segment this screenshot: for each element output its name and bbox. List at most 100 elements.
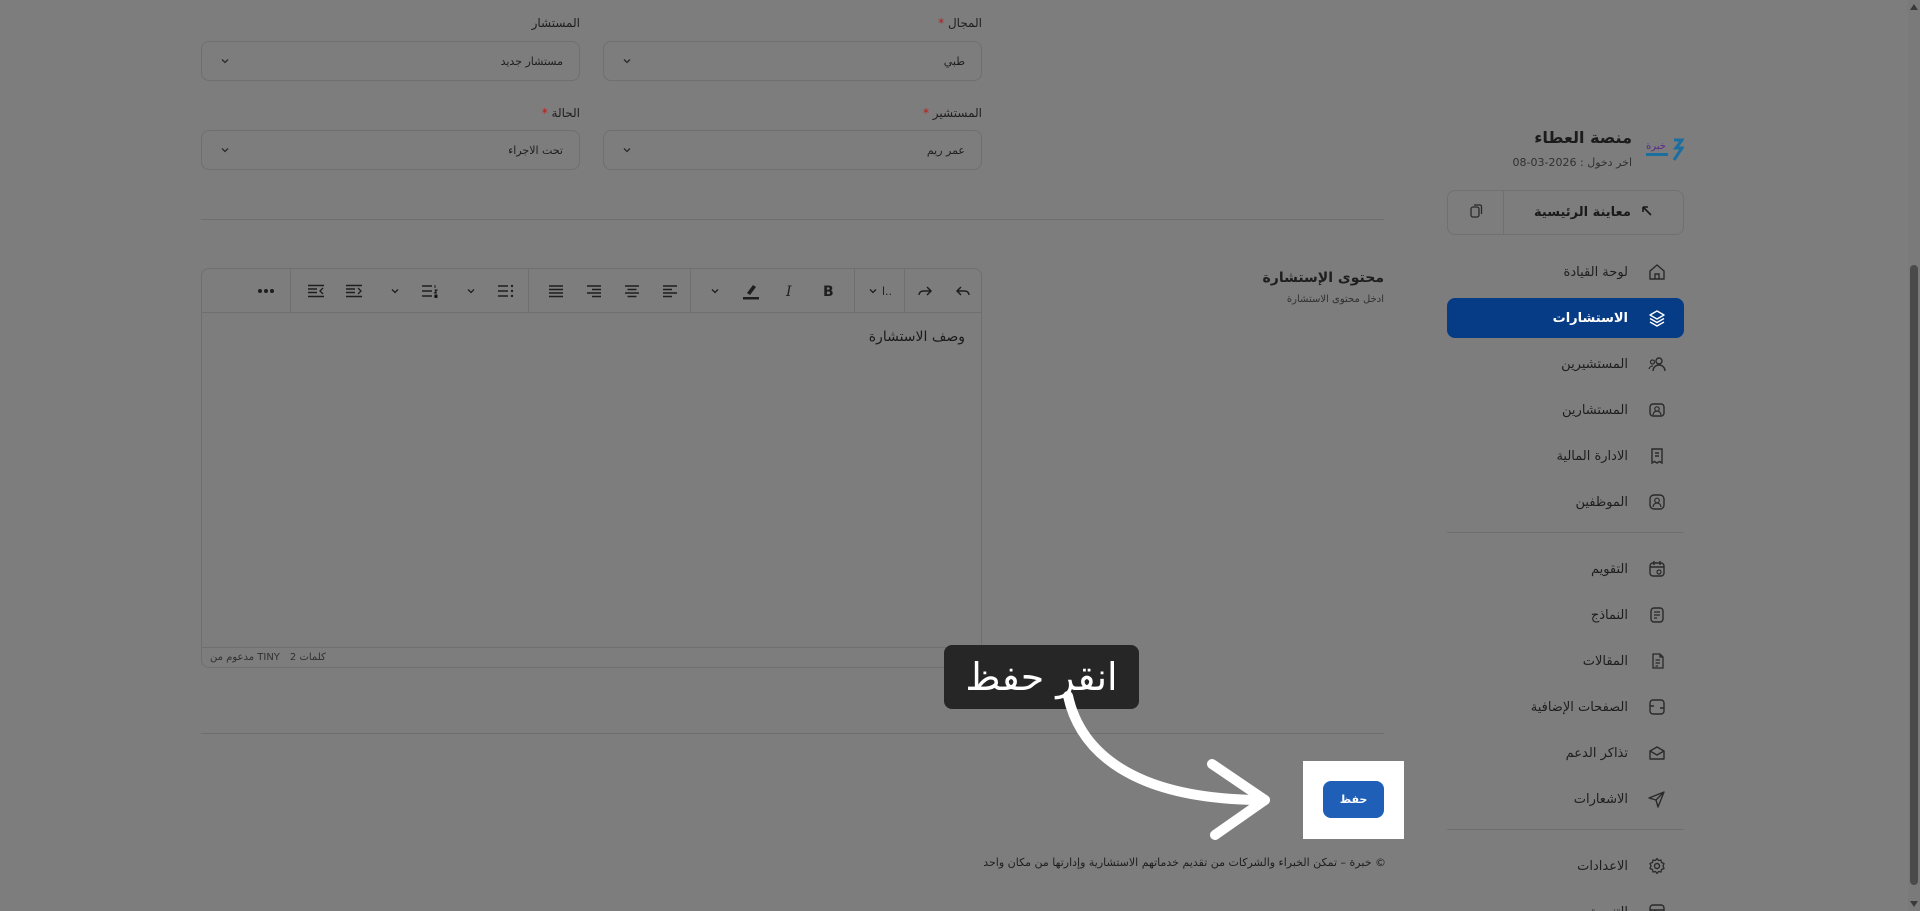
- status-label: الحالة *: [541, 106, 580, 120]
- client-label: المستشير *: [922, 106, 982, 120]
- italic-button[interactable]: I: [772, 269, 808, 313]
- editor-content-area[interactable]: وصف الاستشارة: [869, 329, 965, 345]
- chevron-down-icon: [622, 145, 632, 155]
- brand-logo: خبرة: [1644, 136, 1685, 164]
- bold-icon: B: [820, 283, 836, 299]
- rich-text-editor: ا.. B I وصف الاستشارة مدعوم من TINY 2 كل…: [201, 268, 982, 668]
- bullet-list-button[interactable]: [488, 269, 524, 313]
- font-family-dropdown[interactable]: ا..: [858, 269, 902, 313]
- consultant-icon: [1646, 399, 1668, 421]
- align-left-icon: [662, 284, 678, 298]
- brand-header: خبرة منصة العطاء اخر دخول : 2026-03-08: [1447, 126, 1685, 176]
- sidebar-item-article[interactable]: المقالات: [1447, 641, 1684, 681]
- sidebar-item-home[interactable]: لوحة القيادة: [1447, 252, 1684, 292]
- toolbar-separator: [290, 269, 291, 313]
- chevron-down-icon: [622, 56, 632, 66]
- numbered-list-button[interactable]: [412, 269, 448, 313]
- sidebar-item-layers[interactable]: الاستشارات: [1447, 298, 1684, 338]
- page-scrollbar[interactable]: [1908, 0, 1920, 911]
- sidebar-divider: [1447, 532, 1684, 533]
- layout-icon: [1646, 901, 1668, 911]
- word-count: 2 كلمات: [289, 652, 326, 663]
- section-divider: [201, 219, 1384, 220]
- status-select[interactable]: تحت الاجراء: [201, 130, 580, 170]
- outdent-button[interactable]: [298, 269, 334, 313]
- sidebar-item-invoice[interactable]: الادارة المالية: [1447, 436, 1684, 476]
- copy-button[interactable]: [1448, 191, 1503, 234]
- sidebar-item-label: الصفحات الإضافية: [1530, 699, 1628, 715]
- preview-home-button[interactable]: معاينة الرئيسية: [1503, 191, 1683, 234]
- sidebar-item-consultant[interactable]: المستشارين: [1447, 390, 1684, 430]
- form-icon: [1646, 604, 1668, 626]
- invoice-icon: [1646, 445, 1668, 467]
- chevron-down-icon: [220, 56, 230, 66]
- preview-box: معاينة الرئيسية: [1447, 190, 1684, 235]
- sidebar: خبرة منصة العطاء اخر دخول : 2026-03-08 م…: [1447, 0, 1685, 911]
- scroll-up-arrow[interactable]: [1910, 4, 1918, 10]
- sidebar-item-label: الموظفين: [1575, 494, 1628, 510]
- svg-text:خبرة: خبرة: [1646, 141, 1666, 152]
- preview-home-label: معاينة الرئيسية: [1534, 205, 1631, 220]
- users-icon: [1646, 353, 1668, 375]
- sidebar-item-label: الاعدادات: [1577, 858, 1628, 874]
- align-center-button[interactable]: [614, 269, 650, 313]
- undo-icon: [954, 282, 972, 300]
- scroll-down-arrow[interactable]: [1910, 901, 1918, 907]
- bullet-list-icon: [497, 284, 515, 298]
- chevron-down-icon: [710, 286, 720, 296]
- highlight-dropdown[interactable]: [702, 269, 728, 313]
- sidebar-item-ticket[interactable]: تذاكر الدعم: [1447, 733, 1684, 773]
- align-justify-button[interactable]: [538, 269, 574, 313]
- editor-statusbar: مدعوم من TINY 2 كلمات: [202, 647, 981, 667]
- save-button[interactable]: حفظ: [1323, 781, 1384, 818]
- brand-title: منصة العطاء: [1534, 128, 1632, 147]
- sidebar-item-send[interactable]: الاشعارات: [1447, 779, 1684, 819]
- indent-button[interactable]: [336, 269, 372, 313]
- content-section-title: محتوى الإستشارة: [1262, 270, 1385, 286]
- sidebar-item-gear[interactable]: الاعدادات: [1447, 846, 1684, 886]
- numbered-list-icon: [421, 284, 439, 298]
- sidebar-item-user-badge[interactable]: الموظفين: [1447, 482, 1684, 522]
- consultant-select[interactable]: مستشار جديد: [201, 41, 580, 81]
- toolbar-separator: [854, 269, 855, 313]
- copy-icon: [1468, 203, 1484, 223]
- client-select[interactable]: عمر ريم: [603, 130, 982, 170]
- content-section-subtitle: ادخل محتوى الاستشارة: [1286, 294, 1384, 305]
- align-right-button[interactable]: [576, 269, 612, 313]
- toolbar-separator: [690, 269, 691, 313]
- field-select[interactable]: طبي: [603, 41, 982, 81]
- send-icon: [1646, 788, 1668, 810]
- sidebar-divider: [1447, 829, 1684, 830]
- consultant-label: المستشار: [531, 16, 580, 30]
- sidebar-item-label: المستشارين: [1562, 402, 1628, 418]
- sidebar-item-pages[interactable]: الصفحات الإضافية: [1447, 687, 1684, 727]
- align-right-icon: [586, 284, 602, 298]
- scroll-thumb[interactable]: [1910, 265, 1918, 885]
- sidebar-item-layout[interactable]: التنسيق: [1447, 892, 1684, 911]
- bullet-list-dropdown[interactable]: [458, 269, 484, 313]
- highlighter-icon: [741, 282, 761, 300]
- sidebar-item-label: المقالات: [1582, 653, 1628, 669]
- save-highlight: حفظ: [1303, 761, 1404, 839]
- sidebar-item-users[interactable]: المستشيرين: [1447, 344, 1684, 384]
- highlight-button[interactable]: [732, 269, 770, 313]
- sidebar-item-label: التنسيق: [1586, 905, 1628, 911]
- sidebar-item-calendar[interactable]: التقويم: [1447, 549, 1684, 589]
- toolbar-separator: [528, 269, 529, 313]
- more-button[interactable]: [248, 269, 284, 313]
- bold-button[interactable]: B: [810, 269, 846, 313]
- numbered-list-dropdown[interactable]: [382, 269, 408, 313]
- undo-button[interactable]: [945, 269, 981, 313]
- client-select-value: عمر ريم: [926, 143, 965, 157]
- page-footer: © خبرة – تمكن الخبراء والشركات من تقديم …: [983, 856, 1386, 869]
- align-left-button[interactable]: [652, 269, 688, 313]
- redo-button[interactable]: [907, 269, 943, 313]
- sidebar-item-form[interactable]: النماذج: [1447, 595, 1684, 635]
- sidebar-nav: لوحة القيادة الاستشارات المستشيرين المستشار…: [1447, 252, 1684, 911]
- align-center-icon: [624, 284, 640, 298]
- editor-body-text: وصف الاستشارة: [868, 329, 965, 345]
- chevron-down-icon: [390, 286, 400, 296]
- calendar-icon: [1646, 558, 1668, 580]
- chevron-down-icon: [868, 286, 878, 296]
- field-label: المجال *: [938, 16, 982, 30]
